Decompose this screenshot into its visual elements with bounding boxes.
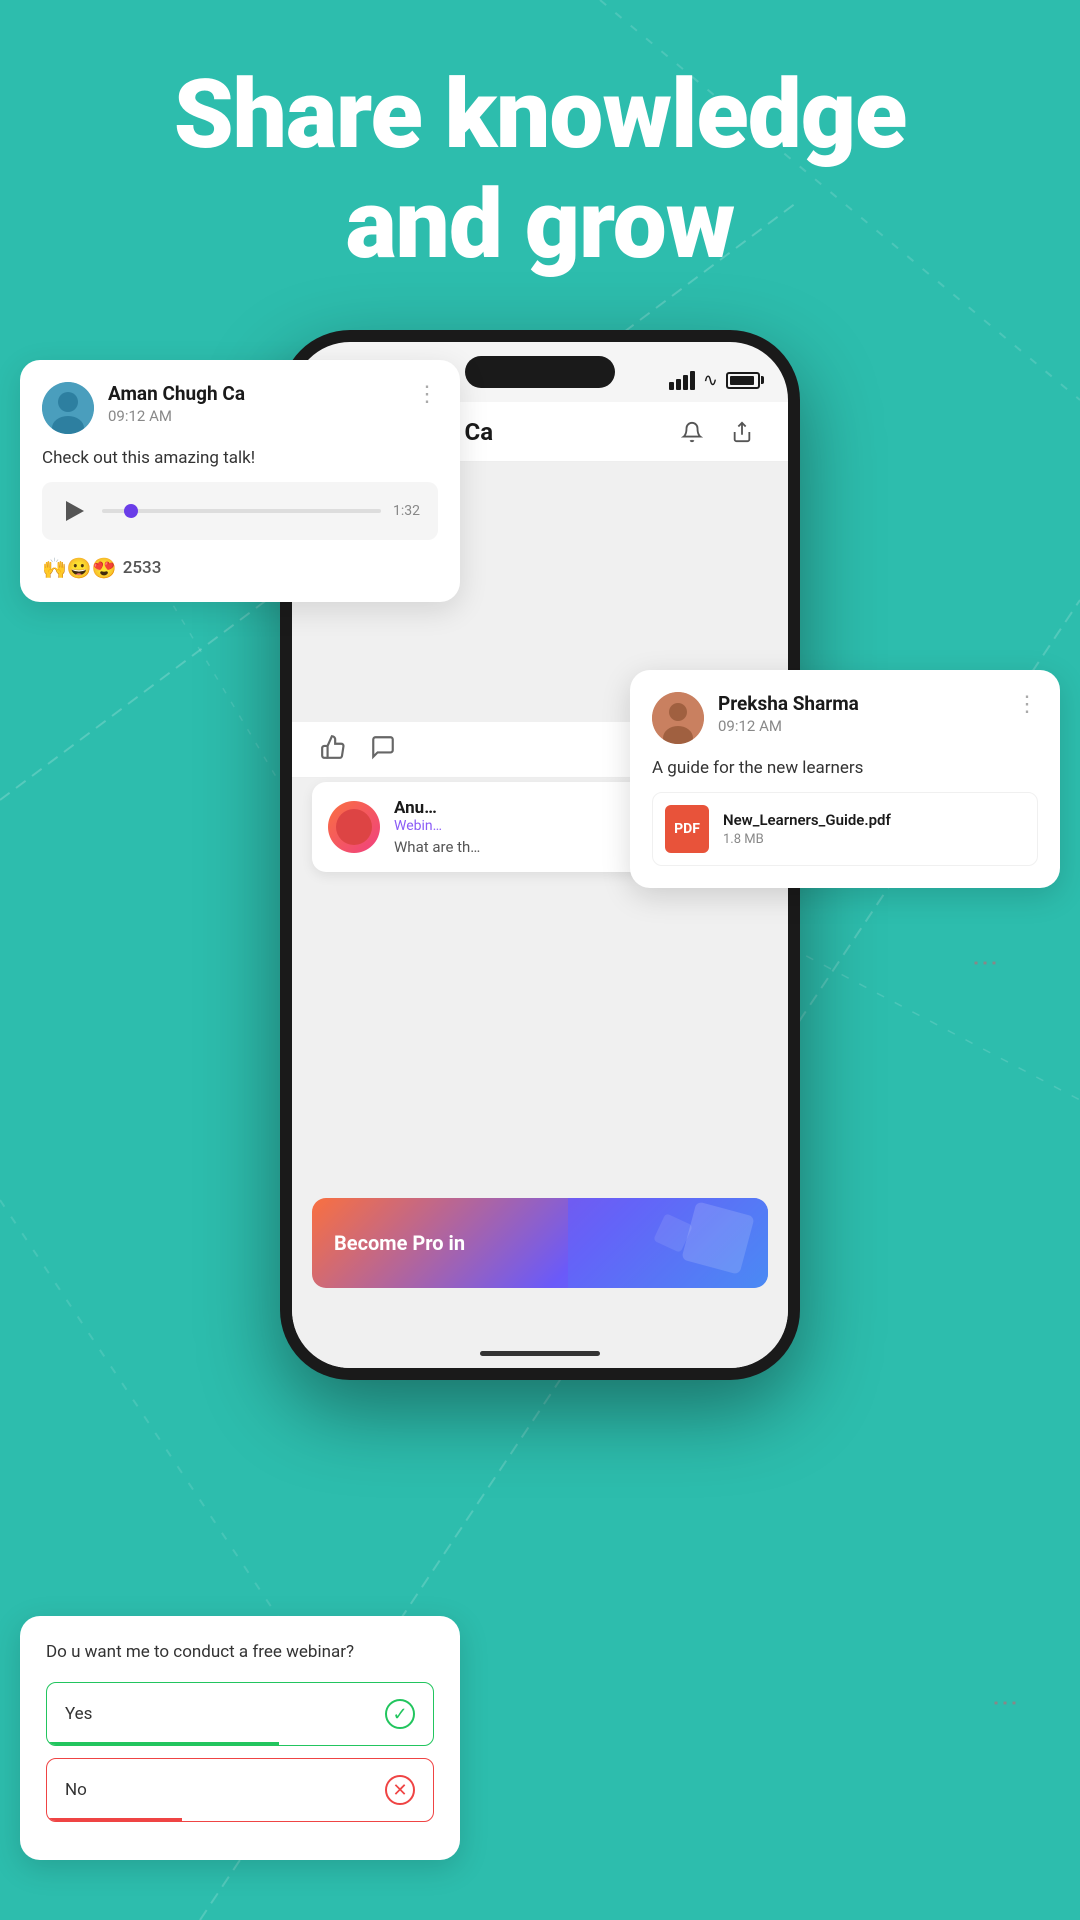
floating-dots-bottom-icon[interactable]: ⋮ <box>990 1690 1020 1720</box>
aman-time: 09:12 AM <box>108 407 416 425</box>
webinar-question-preview: What are th… <box>394 838 480 856</box>
pdf-filesize: 1.8 MB <box>723 832 891 847</box>
preksha-sharma-card: Preksha Sharma 09:12 AM ⋮ A guide for th… <box>630 670 1060 888</box>
aman-message: Check out this amazing talk! <box>42 448 438 468</box>
preksha-avatar <box>652 692 704 744</box>
preksha-time: 09:12 AM <box>718 717 1016 735</box>
aman-avatar <box>42 382 94 434</box>
status-icons: ∿ <box>669 370 760 391</box>
aman-chugh-card: Aman Chugh Ca 09:12 AM ⋮ Check out this … <box>20 360 460 602</box>
audio-progress-bar[interactable] <box>102 509 381 513</box>
webinar-subtitle: Webin… <box>394 818 480 834</box>
card-reactions[interactable]: 🙌😀😍 2533 <box>42 556 438 580</box>
reaction-count: 2533 <box>123 558 162 578</box>
aman-user-info: Aman Chugh Ca 09:12 AM <box>108 382 416 425</box>
aman-card-menu-icon[interactable]: ⋮ <box>416 382 438 407</box>
audio-player[interactable]: 1:32 <box>42 482 438 540</box>
home-indicator <box>480 1351 600 1356</box>
battery-icon <box>726 372 760 389</box>
poll-option-no[interactable]: No ✕ <box>46 1758 434 1822</box>
audio-progress-dot <box>124 504 138 518</box>
webinar-user-name: Anu… <box>394 798 480 818</box>
poll-option-yes[interactable]: Yes ✓ <box>46 1682 434 1746</box>
poll-card: Do u want me to conduct a free webinar? … <box>20 1616 460 1860</box>
play-triangle-icon <box>66 501 84 521</box>
become-pro-banner[interactable]: Become Pro in <box>312 1198 768 1288</box>
wifi-icon: ∿ <box>703 370 718 391</box>
preksha-user-info: Preksha Sharma 09:12 AM <box>718 692 1016 735</box>
aman-user-name: Aman Chugh Ca <box>108 382 416 405</box>
hero-line1: Share knowledge <box>174 59 907 171</box>
poll-yes-progress <box>47 1742 279 1745</box>
preksha-card-menu-icon[interactable]: ⋮ <box>1016 692 1038 717</box>
bell-icon[interactable] <box>674 414 710 450</box>
signal-icon <box>669 370 695 390</box>
card-header-aman: Aman Chugh Ca 09:12 AM ⋮ <box>42 382 438 434</box>
pdf-attachment[interactable]: PDF New_Learners_Guide.pdf 1.8 MB <box>652 792 1038 866</box>
comment-icon[interactable] <box>370 734 396 766</box>
preksha-message: A guide for the new learners <box>652 758 1038 778</box>
card-header-preksha: Preksha Sharma 09:12 AM ⋮ <box>652 692 1038 744</box>
audio-duration: 1:32 <box>393 503 420 519</box>
hero-line2: and grow <box>346 169 735 281</box>
share-icon[interactable] <box>724 414 760 450</box>
play-button[interactable] <box>60 496 90 526</box>
poll-question: Do u want me to conduct a free webinar? <box>46 1642 434 1662</box>
cards-container: 19:02 ∿ Aman Chugh Ca <box>0 330 1080 1920</box>
become-pro-text: Become Pro in <box>334 1231 465 1255</box>
pdf-filename: New_Learners_Guide.pdf <box>723 811 891 829</box>
pdf-icon: PDF <box>665 805 709 853</box>
reaction-emojis: 🙌😀😍 <box>42 556 117 580</box>
poll-no-check-icon: ✕ <box>385 1775 415 1805</box>
floating-dots-icon[interactable]: ⋮ <box>970 950 1000 980</box>
poll-no-label: No <box>65 1780 87 1800</box>
phone-notch <box>465 356 615 388</box>
webinar-info: Anu… Webin… What are th… <box>394 798 480 856</box>
poll-no-progress <box>47 1818 182 1821</box>
like-icon[interactable] <box>320 734 346 766</box>
hero-section: Share knowledge and grow <box>0 60 1080 281</box>
preksha-user-name: Preksha Sharma <box>718 692 1016 715</box>
poll-yes-label: Yes <box>65 1704 92 1724</box>
pdf-info: New_Learners_Guide.pdf 1.8 MB <box>723 811 891 847</box>
webinar-avatar <box>328 801 380 853</box>
poll-yes-check-icon: ✓ <box>385 1699 415 1729</box>
